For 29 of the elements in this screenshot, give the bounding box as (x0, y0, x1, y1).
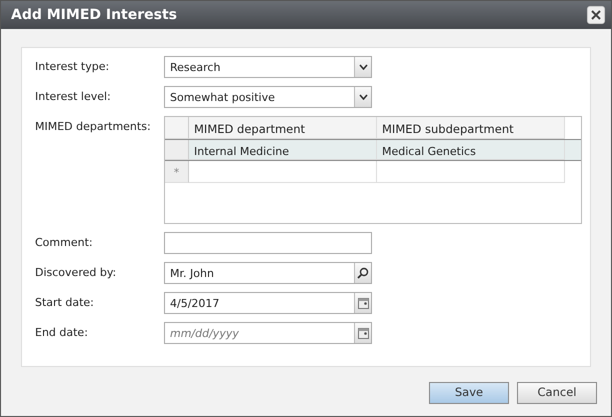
save-button[interactable]: Save (429, 382, 509, 404)
table-cell: Medical Genetics (377, 140, 565, 160)
calendar-icon[interactable] (358, 298, 368, 308)
table-cell[interactable] (189, 161, 377, 183)
field-label: End date: (35, 325, 89, 341)
table-cell[interactable] (377, 161, 565, 183)
dropdown[interactable]: Research (164, 56, 372, 78)
input-field[interactable] (164, 232, 372, 254)
dropdown[interactable]: Somewhat positive (164, 86, 372, 108)
window-title: Add MIMED Interests (11, 6, 178, 24)
close-icon (590, 9, 602, 21)
field-label: Start date: (35, 295, 95, 311)
field-label: MIMED departments: (35, 119, 152, 135)
date-field[interactable]: 4/5/2017 (164, 292, 372, 314)
table-cell: Internal Medicine (189, 140, 377, 160)
close-button[interactable] (587, 6, 605, 24)
lookup-field[interactable]: Mr. John (164, 262, 372, 284)
calendar-icon[interactable] (358, 328, 368, 338)
grid-row[interactable]: Internal Medicine Medical Genetics (165, 139, 581, 161)
column-header[interactable]: MIMED department (189, 117, 377, 139)
new-row-marker: * (165, 161, 189, 183)
field-label: Interest level: (35, 89, 112, 105)
search-icon[interactable] (357, 267, 369, 279)
column-header[interactable]: MIMED subdepartment (377, 117, 565, 139)
field-label: Discovered by: (35, 265, 118, 281)
field-label: Interest type: (35, 59, 110, 75)
field-label: Comment: (35, 235, 94, 251)
date-field[interactable]: mm/dd/yyyy (164, 322, 372, 344)
cancel-button[interactable]: Cancel (517, 382, 597, 404)
